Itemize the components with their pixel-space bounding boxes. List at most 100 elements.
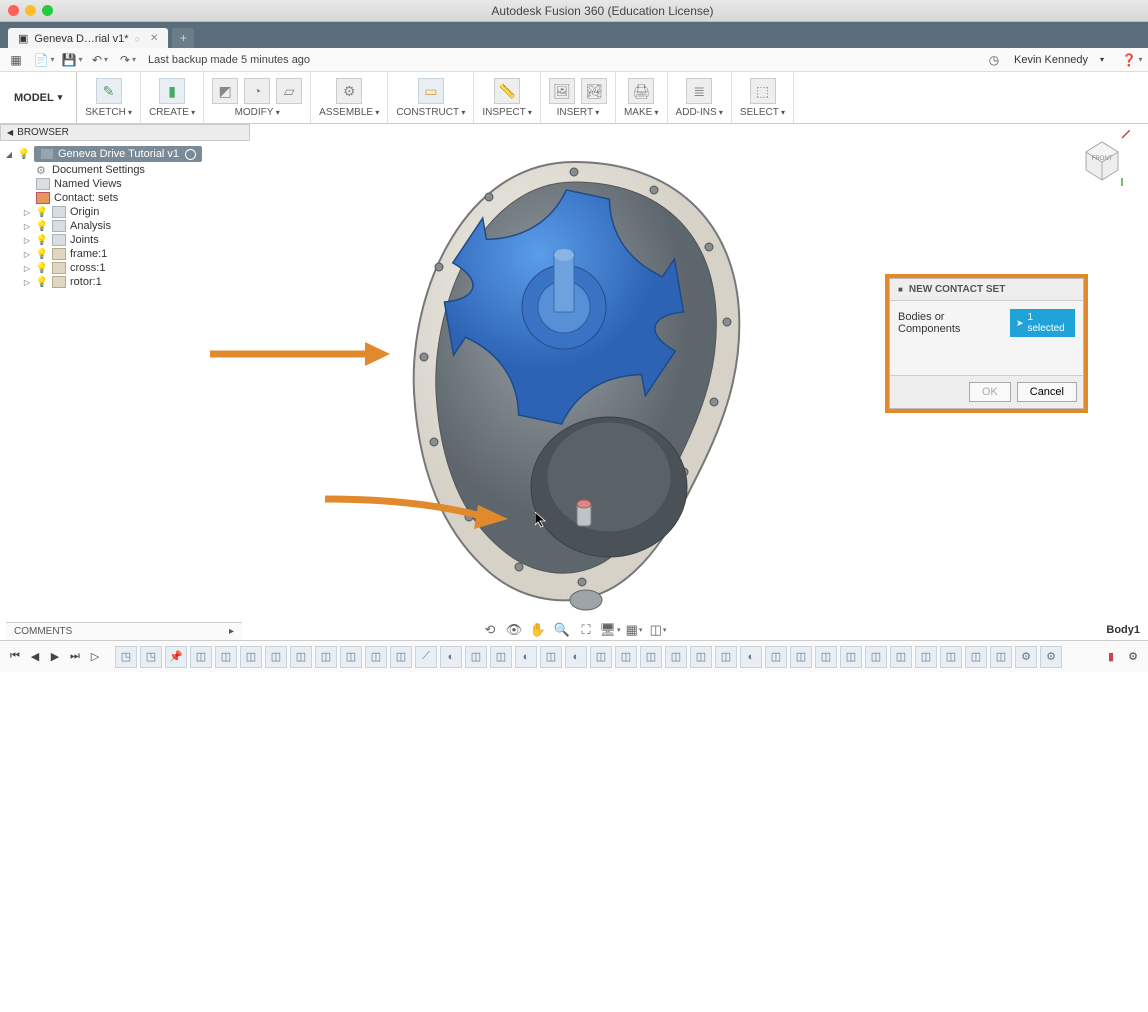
ribbon-toolbar: MODEL ✎ SKETCH ▮ CREATE ◩ ◔ ▱ MODIFY ⚙ A…	[0, 72, 1148, 124]
dialog-field-label: Bodies or Components	[898, 311, 1002, 335]
timeline-feature[interactable]: ⚙	[1015, 646, 1037, 668]
plane-icon[interactable]: ▭	[418, 78, 444, 104]
timeline-start-icon[interactable]: ⏮	[6, 648, 24, 666]
select-icon[interactable]: ⬚	[750, 78, 776, 104]
addins-icon[interactable]: ≣	[686, 78, 712, 104]
new-tab-button[interactable]: +	[172, 28, 194, 48]
close-window-icon[interactable]	[8, 5, 19, 16]
timeline-feature[interactable]: ◳	[115, 646, 137, 668]
ribbon-label: CREATE	[149, 107, 195, 118]
ribbon-group-select[interactable]: ⬚ SELECT	[732, 72, 794, 123]
file-menu-icon[interactable]: 📄	[36, 52, 52, 68]
timeline-feature[interactable]: ◫	[465, 646, 487, 668]
sketch-icon[interactable]: ✎	[96, 78, 122, 104]
print-icon[interactable]: 🖨	[628, 78, 654, 104]
timeline-feature[interactable]: ◫	[315, 646, 337, 668]
tab-modified-indicator: ○	[135, 34, 140, 44]
timeline-feature[interactable]: ◐	[440, 646, 462, 668]
cancel-button[interactable]: Cancel	[1017, 382, 1077, 402]
annotation-arrow	[210, 339, 390, 369]
selection-tag[interactable]: 1 selected	[1010, 309, 1075, 337]
undo-icon[interactable]: ↶	[92, 52, 108, 68]
window-title: Autodesk Fusion 360 (Education License)	[65, 4, 1140, 18]
timeline-forward-icon[interactable]: ▶	[46, 648, 64, 666]
traffic-lights[interactable]	[8, 5, 53, 16]
ribbon-group-inspect[interactable]: 📏 INSPECT	[474, 72, 541, 123]
main-content: BROWSER ◢ 💡 Geneva Drive Tutorial v1 ⚙Do…	[0, 124, 1148, 640]
timeline-feature[interactable]: ⟋	[415, 646, 437, 668]
ribbon-group-assemble[interactable]: ⚙ ASSEMBLE	[311, 72, 388, 123]
new-contact-set-dialog: NEW CONTACT SET Bodies or Components 1 s…	[889, 278, 1084, 409]
macos-titlebar: Autodesk Fusion 360 (Education License)	[0, 0, 1148, 22]
timeline-nav: ⏮ ◀ ▶ ⏭ ▷	[6, 648, 104, 666]
timeline-marker-icon[interactable]: ▮	[1102, 648, 1120, 666]
timeline-feature[interactable]: ◫	[215, 646, 237, 668]
press-pull-icon[interactable]: ◩	[212, 78, 238, 104]
ribbon-label: SELECT	[740, 107, 785, 118]
ribbon-group-modify[interactable]: ◩ ◔ ▱ MODIFY	[204, 72, 311, 123]
ribbon-label: ADD-INS	[676, 107, 723, 118]
timeline-feature[interactable]: ◫	[490, 646, 512, 668]
ribbon-group-make[interactable]: 🖨 MAKE	[616, 72, 668, 123]
fit-icon[interactable]: ⛶	[577, 621, 595, 639]
cube-icon: ▣	[18, 32, 28, 45]
svg-text:FRONT: FRONT	[1092, 156, 1113, 162]
document-tabbar: ▣ Geneva D…rial v1* ○ ✕ +	[0, 22, 1148, 48]
ribbon-label: SKETCH	[85, 107, 132, 118]
app-grid-icon[interactable]: ▦	[8, 52, 24, 68]
insert-image-icon[interactable]: 🖼	[549, 78, 575, 104]
orbit-icon[interactable]: ⟲	[481, 621, 499, 639]
timeline-feature[interactable]: ◫	[990, 646, 1012, 668]
timeline-feature[interactable]: ◫	[965, 646, 987, 668]
comments-bar[interactable]: COMMENTS	[6, 622, 242, 640]
ribbon-group-sketch[interactable]: ✎ SKETCH	[77, 72, 141, 123]
pan-icon[interactable]: ✋	[529, 621, 547, 639]
look-icon[interactable]: 👁	[505, 621, 523, 639]
joint-icon[interactable]: ⚙	[336, 78, 362, 104]
viewport-navbar: ⟲ 👁 ✋ 🔍 ⛶ 🖥 ▦ ◫	[481, 621, 667, 639]
help-icon[interactable]: ❓	[1124, 52, 1140, 68]
user-name[interactable]: Kevin Kennedy	[1014, 54, 1088, 66]
fillet-icon[interactable]: ◔	[244, 78, 270, 104]
insert-decal-icon[interactable]: 🏞	[581, 78, 607, 104]
timeline-feature[interactable]: ◫	[290, 646, 312, 668]
ribbon-label: INSPECT	[482, 107, 532, 118]
timeline-feature[interactable]: ◫	[365, 646, 387, 668]
timeline-feature[interactable]: ◫	[190, 646, 212, 668]
redo-icon[interactable]: ↷	[120, 52, 136, 68]
grid-menu-icon[interactable]: ▦	[625, 621, 643, 639]
save-icon[interactable]: 💾	[64, 52, 80, 68]
timeline-feature[interactable]: ◐	[515, 646, 537, 668]
ribbon-group-addins[interactable]: ≣ ADD-INS	[668, 72, 732, 123]
timeline-settings-icon[interactable]: ⚙	[1124, 648, 1142, 666]
selection-label: Body1	[1106, 624, 1140, 636]
display-menu-icon[interactable]: 🖥	[601, 621, 619, 639]
zoom-icon[interactable]: 🔍	[553, 621, 571, 639]
timeline-feature[interactable]: ◫	[240, 646, 262, 668]
ribbon-label: CONSTRUCT	[396, 107, 465, 118]
timeline-feature[interactable]: ◫	[340, 646, 362, 668]
timeline-play-icon[interactable]: ▷	[86, 648, 104, 666]
timeline-feature[interactable]: ⚙	[1040, 646, 1062, 668]
ribbon-group-create[interactable]: ▮ CREATE	[141, 72, 204, 123]
measure-icon[interactable]: 📏	[494, 78, 520, 104]
timeline-feature[interactable]: ◫	[265, 646, 287, 668]
modify-icon[interactable]: ▱	[276, 78, 302, 104]
timeline-back-icon[interactable]: ◀	[26, 648, 44, 666]
extrude-icon[interactable]: ▮	[159, 78, 185, 104]
maximize-window-icon[interactable]	[42, 5, 53, 16]
viewcube[interactable]: FRONT	[1074, 130, 1130, 186]
ribbon-group-insert[interactable]: 🖼 🏞 INSERT	[541, 72, 616, 123]
timeline-end-icon[interactable]: ⏭	[66, 648, 84, 666]
minimize-window-icon[interactable]	[25, 5, 36, 16]
viewport-menu-icon[interactable]: ◫	[649, 621, 667, 639]
user-dropdown-icon[interactable]: ▾	[1100, 55, 1104, 64]
timeline-feature[interactable]: ◳	[140, 646, 162, 668]
workspace-switcher[interactable]: MODEL	[0, 72, 77, 123]
ribbon-group-construct[interactable]: ▭ CONSTRUCT	[388, 72, 474, 123]
document-tab[interactable]: ▣ Geneva D…rial v1* ○ ✕	[8, 28, 168, 48]
timeline-feature[interactable]: 📌	[165, 646, 187, 668]
tab-close-icon[interactable]: ✕	[150, 33, 158, 44]
timeline-feature[interactable]: ◫	[390, 646, 412, 668]
clock-icon[interactable]: ◷	[986, 52, 1002, 68]
